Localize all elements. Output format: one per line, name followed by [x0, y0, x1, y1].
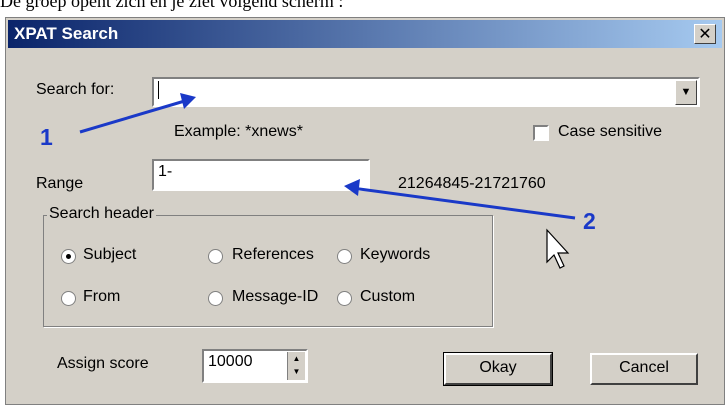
mouse-cursor-icon	[546, 228, 570, 269]
annotation-arrows	[79, 93, 576, 269]
marker-1: 1	[40, 124, 53, 150]
arrow-2	[351, 186, 576, 220]
arrow-1	[79, 98, 189, 134]
marker-2: 2	[583, 208, 596, 234]
arrow-2-head	[344, 179, 360, 196]
arrow-1-head	[180, 93, 196, 109]
